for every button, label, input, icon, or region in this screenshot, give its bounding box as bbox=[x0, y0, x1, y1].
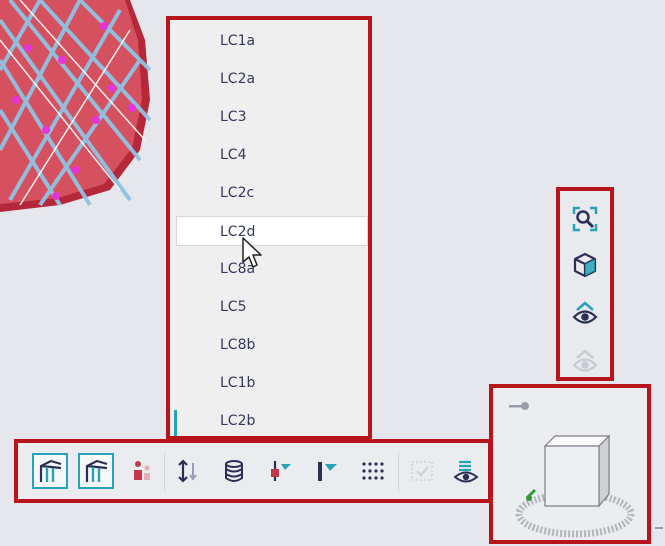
mouse-pointer-icon bbox=[242, 237, 262, 268]
person-load-icon[interactable] bbox=[124, 453, 160, 489]
pin-icon[interactable] bbox=[507, 400, 531, 412]
database-icon[interactable] bbox=[216, 453, 252, 489]
3d-view-cube-icon[interactable] bbox=[571, 251, 599, 279]
toolbar-separator bbox=[164, 453, 165, 491]
load-case-item[interactable]: LC8a bbox=[176, 254, 368, 284]
view-cube-icon[interactable] bbox=[511, 428, 639, 546]
view-toolbar bbox=[556, 187, 614, 381]
load-case-item[interactable]: LC1a bbox=[176, 26, 368, 56]
bottom-toolbar bbox=[14, 439, 492, 503]
load-case-item[interactable]: LC1b bbox=[176, 368, 368, 398]
load-case-item[interactable]: LC8b bbox=[176, 330, 368, 360]
check-results-icon bbox=[404, 453, 440, 489]
load-case-item[interactable]: LC5 bbox=[176, 292, 368, 322]
load-case-item[interactable]: LC2b bbox=[176, 406, 368, 436]
scrollbar-indicator bbox=[655, 527, 663, 529]
vertical-arrows-icon[interactable] bbox=[170, 453, 206, 489]
load-case-item-hovered[interactable]: LC2d bbox=[176, 216, 368, 246]
load-case-item[interactable]: LC3 bbox=[176, 102, 368, 132]
toolbar-separator bbox=[398, 453, 399, 491]
layers-eye-icon[interactable] bbox=[450, 453, 482, 489]
load-case-dropdown[interactable]: LC1a LC2a LC3 LC4 LC2c LC2d LC8a LC5 LC8… bbox=[166, 16, 372, 440]
structure-frame-alt-icon[interactable] bbox=[78, 453, 114, 489]
load-case-item[interactable]: LC2a bbox=[176, 64, 368, 94]
show-hide-eye-icon[interactable] bbox=[571, 299, 599, 327]
structure-frame-icon[interactable] bbox=[32, 453, 68, 489]
member-section-icon[interactable] bbox=[308, 453, 344, 489]
zoom-fit-icon[interactable] bbox=[571, 205, 599, 233]
grid-points-icon[interactable] bbox=[354, 453, 390, 489]
support-node-icon[interactable] bbox=[262, 453, 298, 489]
model-viewport[interactable] bbox=[0, 0, 170, 215]
view-cube-panel bbox=[489, 384, 651, 544]
load-case-item[interactable]: LC4 bbox=[176, 140, 368, 170]
selection-accent-bar bbox=[174, 410, 177, 436]
eye-disabled-icon bbox=[571, 347, 599, 375]
load-case-item[interactable]: LC2c bbox=[176, 178, 368, 208]
